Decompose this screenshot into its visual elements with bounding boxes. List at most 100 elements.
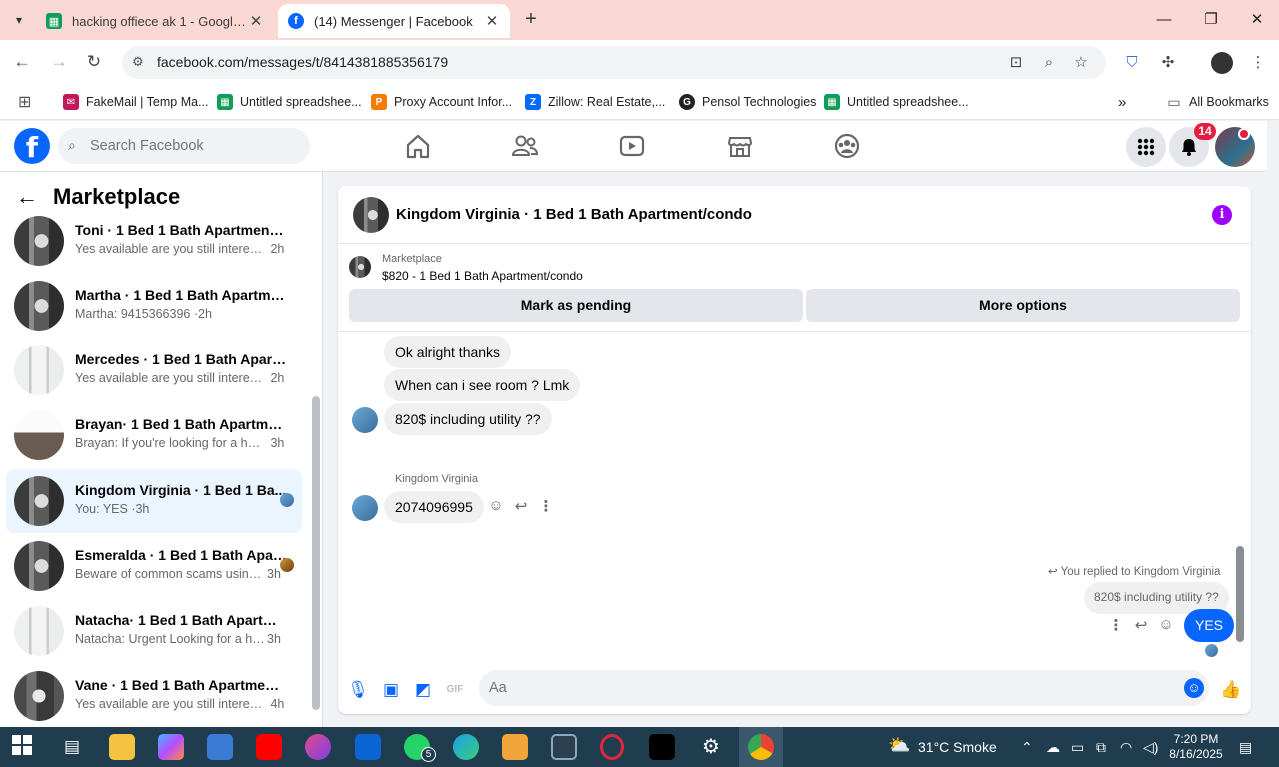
zoom-icon[interactable]: ⌕ — [1039, 53, 1059, 73]
arc-icon[interactable] — [305, 734, 331, 760]
notification-center-icon[interactable]: ▤ — [1239, 739, 1252, 756]
store-icon[interactable] — [207, 734, 233, 760]
bookmark-pensol[interactable]: G Pensol Technologies — [679, 92, 816, 112]
react-smiley-icon[interactable]: ☺ — [1157, 616, 1175, 633]
facebook-logo[interactable]: f — [14, 128, 50, 164]
opera-icon[interactable] — [600, 734, 624, 760]
listing-thumbnail[interactable] — [349, 256, 371, 278]
all-bookmarks-folder[interactable]: ▭ All Bookmarks — [1166, 92, 1269, 112]
incoming-message[interactable]: Ok alright thanks — [384, 336, 512, 368]
minimize-icon[interactable]: — — [1152, 8, 1176, 32]
chat-scrollbar[interactable] — [1235, 336, 1245, 656]
more-bookmarks-chevron-icon[interactable]: » — [1118, 92, 1126, 112]
search-facebook[interactable]: ⌕ — [58, 128, 310, 164]
more-actions-icon[interactable]: ⋮ — [537, 497, 555, 515]
page-scrollbar[interactable] — [1267, 121, 1279, 727]
app-icon[interactable] — [551, 734, 577, 760]
conversation-item[interactable]: Vane · 1 Bed 1 Bath Apartment/c... Yes a… — [6, 664, 302, 727]
site-info-icon[interactable]: ⚙ — [132, 54, 144, 70]
chat-avatar[interactable] — [353, 197, 389, 233]
microphone-icon[interactable]: 🎙 — [347, 679, 369, 701]
tiktok-icon[interactable] — [649, 734, 675, 760]
home-icon[interactable] — [403, 131, 433, 161]
windows-start-icon[interactable] — [11, 734, 37, 760]
forward-arrow-icon[interactable]: → — [47, 50, 71, 74]
emoji-icon[interactable]: ☺ — [1184, 678, 1204, 698]
medal-icon[interactable] — [502, 734, 528, 760]
show-hidden-icons-chevron-icon[interactable]: ⌃ — [1021, 739, 1033, 756]
chrome-icon[interactable] — [748, 734, 774, 760]
conversation-item-active[interactable]: Kingdom Virginia · 1 Bed 1 Ba... You: YE… — [6, 469, 302, 533]
thumbs-up-icon[interactable]: 👍 — [1220, 679, 1242, 701]
close-window-icon[interactable]: ✕ — [1245, 8, 1269, 32]
listing-price[interactable]: $820 - 1 Bed 1 Bath Apartment/condo — [382, 269, 583, 283]
file-explorer-icon[interactable] — [109, 734, 135, 760]
extensions-icon[interactable]: ✣ — [1157, 52, 1179, 74]
message-input-box[interactable]: ☺ — [479, 670, 1209, 706]
bookmark-star-icon[interactable]: ☆ — [1071, 53, 1091, 73]
restore-icon[interactable]: ❐ — [1199, 8, 1223, 32]
battery-icon[interactable]: ▭ — [1071, 739, 1084, 756]
camera-icon[interactable]: ⧉ — [1096, 739, 1106, 756]
friends-icon[interactable] — [510, 131, 540, 161]
bookmark-spreadsheet-1[interactable]: ▦ Untitled spreadshee... — [217, 92, 362, 112]
youtube-icon[interactable] — [256, 734, 282, 760]
incoming-message[interactable]: 2074096995 — [384, 491, 484, 523]
sender-avatar[interactable] — [352, 407, 378, 433]
groups-icon[interactable] — [832, 131, 862, 161]
tab-google-sheets[interactable]: ▦ hacking offiece ak 1 - Google D ✕ — [36, 4, 274, 38]
react-smiley-icon[interactable]: ☺ — [487, 497, 505, 514]
back-arrow-icon[interactable]: ← — [16, 184, 38, 210]
tab-messenger[interactable]: f (14) Messenger | Facebook ✕ — [278, 4, 510, 38]
more-actions-icon[interactable]: ⋮ — [1107, 616, 1125, 634]
outlook-icon[interactable] — [355, 734, 381, 760]
vpn-shield-icon[interactable]: ⛉ — [1121, 52, 1143, 74]
reply-arrow-icon[interactable]: ↩ — [1132, 616, 1150, 634]
gif-icon[interactable]: GIF — [444, 679, 466, 701]
info-icon[interactable]: i — [1212, 205, 1232, 225]
back-arrow-icon[interactable]: ← — [10, 50, 34, 74]
bookmark-proxy[interactable]: P Proxy Account Infor... — [371, 92, 512, 112]
sender-avatar[interactable] — [352, 495, 378, 521]
photo-icon[interactable]: ▣ — [380, 679, 402, 701]
marketplace-icon[interactable] — [725, 131, 755, 161]
apps-grid-icon[interactable]: ⊞ — [18, 92, 31, 112]
copilot-icon[interactable] — [158, 734, 184, 760]
conversation-item[interactable]: Esmeralda · 1 Bed 1 Bath Apar... Beware … — [6, 534, 302, 598]
profile-avatar[interactable] — [1211, 52, 1233, 74]
message-input[interactable] — [489, 670, 1169, 706]
conversation-item[interactable]: Natacha· 1 Bed 1 Bath Apartmen... Natach… — [6, 599, 302, 663]
new-tab-button[interactable]: + — [520, 8, 542, 30]
install-app-icon[interactable]: ⊡ — [1006, 53, 1026, 73]
scrollbar-thumb[interactable] — [312, 396, 320, 710]
volume-icon[interactable]: ◁) — [1143, 739, 1158, 756]
weather-text[interactable]: 31°C Smoke — [918, 739, 997, 755]
conversation-item[interactable]: Mercedes · 1 Bed 1 Bath Apartm... Yes av… — [6, 338, 302, 402]
incoming-message[interactable]: 820$ including utility ?? — [384, 403, 552, 435]
mark-as-pending-button[interactable]: Mark as pending — [349, 289, 803, 322]
scrollbar-thumb[interactable] — [1236, 546, 1244, 642]
reply-arrow-icon[interactable]: ↩ — [512, 497, 530, 515]
more-options-button[interactable]: More options — [806, 289, 1240, 322]
conversation-item[interactable]: Toni · 1 Bed 1 Bath Apartment/c... Yes a… — [6, 209, 302, 273]
wifi-icon[interactable]: ◠ — [1120, 739, 1132, 756]
clock[interactable]: 7:20 PM 8/16/2025 — [1164, 732, 1228, 762]
video-icon[interactable] — [617, 131, 647, 161]
reload-icon[interactable]: ↻ — [82, 50, 106, 74]
outgoing-message[interactable]: YES — [1184, 609, 1235, 642]
chat-title[interactable]: Kingdom Virginia · 1 Bed 1 Bath Apartmen… — [396, 206, 752, 223]
incoming-message[interactable]: When can i see room ? Lmk — [384, 369, 581, 401]
onedrive-cloud-icon[interactable]: ☁ — [1046, 739, 1060, 756]
menu-grid-icon[interactable] — [1126, 127, 1166, 167]
bookmark-zillow[interactable]: Z Zillow: Real Estate,... — [525, 92, 665, 112]
bookmark-spreadsheet-2[interactable]: ▦ Untitled spreadshee... — [824, 92, 969, 112]
close-tab-icon[interactable]: ✕ — [248, 12, 264, 30]
search-input[interactable] — [90, 128, 300, 164]
settings-gear-icon[interactable]: ⚙ — [698, 734, 724, 760]
sticker-icon[interactable]: ◩ — [412, 679, 434, 701]
address-bar[interactable]: ⚙ facebook.com/messages/t/84143818853561… — [122, 46, 1106, 79]
conversation-item[interactable]: Brayan· 1 Bed 1 Bath Apartment... Brayan… — [6, 403, 302, 467]
close-tab-icon[interactable]: ✕ — [484, 12, 500, 30]
tab-search-chevron-icon[interactable]: ▾ — [9, 10, 29, 30]
conversation-item[interactable]: Martha · 1 Bed 1 Bath Apartmen... Martha… — [6, 274, 302, 338]
